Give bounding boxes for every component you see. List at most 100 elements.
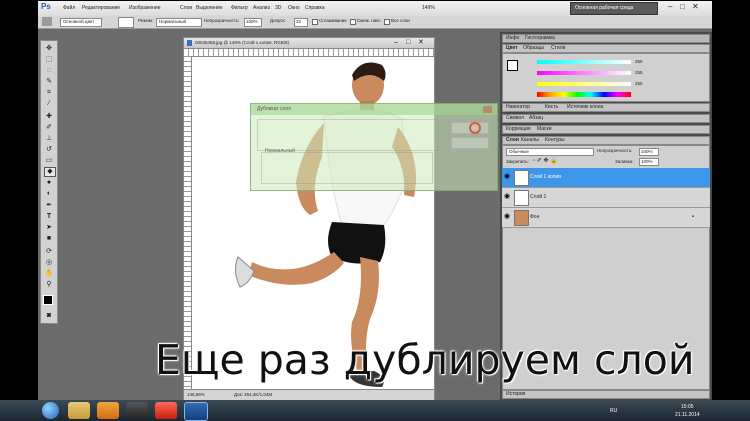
photoshop-taskbar-icon[interactable] <box>184 402 208 421</box>
type-tool-icon[interactable]: T <box>44 213 54 221</box>
tab-paths[interactable]: Контуры <box>545 138 565 143</box>
blend-mode-select[interactable]: Обычные <box>506 148 594 156</box>
start-button-icon[interactable] <box>42 402 59 419</box>
tab-swatches[interactable]: Образцы <box>523 46 544 51</box>
3d-rotate-tool-icon[interactable]: ⟳ <box>44 248 54 256</box>
eye-icon[interactable]: ◉ <box>504 193 511 200</box>
language-indicator[interactable]: RU <box>610 409 617 414</box>
move-tool-icon[interactable]: ✥ <box>44 45 54 53</box>
tab-paragraph[interactable]: Абзац <box>529 116 543 121</box>
layer-row[interactable]: ◉ Фон ▪ <box>502 208 710 228</box>
zoom-level[interactable]: 149% <box>422 6 435 11</box>
red-slider[interactable] <box>537 60 631 64</box>
game-taskbar-icon[interactable] <box>126 402 148 419</box>
clock-time[interactable]: 15:05 <box>681 405 694 410</box>
quick-mask-icon[interactable]: ◙ <box>44 312 54 320</box>
stamp-tool-icon[interactable]: ⊥ <box>44 135 54 143</box>
history-brush-tool-icon[interactable]: ↺ <box>44 146 54 154</box>
doc-minimize-icon[interactable]: – <box>394 39 398 46</box>
tab-color[interactable]: Цвет <box>506 46 518 51</box>
document-size[interactable]: Док: 454,3K/1,04M <box>234 392 272 398</box>
maximize-icon[interactable]: □ <box>680 3 685 11</box>
fill-source-select[interactable]: Основной цвет <box>60 18 102 27</box>
shape-tool-icon[interactable]: ■ <box>44 235 54 243</box>
contiguous-checkbox[interactable] <box>350 19 356 25</box>
explorer-taskbar-icon[interactable] <box>68 402 90 419</box>
tab-masks[interactable]: Маски <box>537 127 551 132</box>
crop-tool-icon[interactable]: ⌗ <box>44 89 54 97</box>
eyedropper-tool-icon[interactable]: ⁄ <box>44 100 54 108</box>
menu-image[interactable]: Изображение <box>129 6 161 11</box>
tolerance-input[interactable]: 32 <box>294 18 308 27</box>
menu-window[interactable]: Окно <box>288 6 300 11</box>
opacity-input[interactable]: 100% <box>244 18 262 27</box>
blue-value[interactable]: 255 <box>635 81 643 87</box>
tab-info[interactable]: Инфо <box>506 36 519 41</box>
document-zoom[interactable]: 148,96% <box>187 392 205 398</box>
dialog-close-icon[interactable] <box>483 106 492 113</box>
blue-slider[interactable] <box>537 82 631 86</box>
zoom-tool-icon[interactable]: ⚲ <box>44 281 54 289</box>
pen-tool-icon[interactable]: ✒ <box>44 202 54 210</box>
tab-histogram[interactable]: Гистограмма <box>525 36 555 41</box>
doc-maximize-icon[interactable]: □ <box>406 39 410 46</box>
blur-tool-icon[interactable]: ● <box>44 179 54 187</box>
lock-icons[interactable]: ▫ ✐ ✥ 🔒 <box>533 158 558 164</box>
tab-brush[interactable]: Кисть <box>545 105 558 110</box>
hand-tool-icon[interactable]: ✋ <box>44 270 54 278</box>
doc-close-icon[interactable]: ✕ <box>418 39 424 46</box>
tab-layers[interactable]: Слои <box>506 138 519 143</box>
tab-adjustments[interactable]: Коррекция <box>506 127 531 132</box>
menu-analysis[interactable]: Анализ <box>253 6 270 11</box>
bucket-tool-icon[interactable] <box>42 17 52 26</box>
path-select-tool-icon[interactable]: ➤ <box>44 224 54 232</box>
tab-channels[interactable]: Каналы <box>521 138 539 143</box>
healing-tool-icon[interactable]: ✚ <box>44 113 54 121</box>
dodge-tool-icon[interactable]: ◐ <box>44 190 54 198</box>
menu-select[interactable]: Выделение <box>196 6 223 11</box>
color-spectrum-bar[interactable] <box>537 92 631 97</box>
marquee-tool-icon[interactable]: ⬚ <box>44 56 54 64</box>
minimize-icon[interactable]: – <box>668 3 672 11</box>
quick-select-tool-icon[interactable]: ✎ <box>44 78 54 86</box>
workspace-button[interactable]: Основная рабочая среда <box>570 2 658 15</box>
menu-help[interactable]: Справка <box>305 6 325 11</box>
menu-filter[interactable]: Фильтр <box>231 6 248 11</box>
antialias-checkbox[interactable] <box>312 19 318 25</box>
document-title-bar[interactable]: 00045458.jpg @ 149% (Слой 1 копия, RGB/8… <box>184 38 434 49</box>
eye-icon[interactable]: ◉ <box>504 173 511 180</box>
layer-row[interactable]: ◉ Слой 1 копия <box>502 168 710 188</box>
eraser-tool-icon[interactable]: ▭ <box>44 157 54 165</box>
fill-input[interactable]: 100% <box>639 158 659 166</box>
menu-file[interactable]: Файл <box>63 6 75 11</box>
lasso-tool-icon[interactable]: ◌ <box>44 67 54 75</box>
3d-orbit-tool-icon[interactable]: ◎ <box>44 259 54 267</box>
close-icon[interactable]: ✕ <box>692 3 699 11</box>
tab-styles[interactable]: Стили <box>551 46 565 51</box>
dialog-cancel-button[interactable] <box>451 137 489 149</box>
yandex-browser-taskbar-icon[interactable] <box>155 402 177 419</box>
red-value[interactable]: 255 <box>635 59 643 65</box>
mode-select[interactable]: Нормальный <box>156 18 202 27</box>
layer-row[interactable]: ◉ Слой 1 <box>502 188 710 208</box>
clock-date[interactable]: 21.11.2014 <box>675 413 700 418</box>
brush-tool-icon[interactable]: ✐ <box>44 124 54 132</box>
foreground-color-swatch[interactable] <box>43 295 53 305</box>
tab-character[interactable]: Символ <box>506 116 524 121</box>
tab-navigator[interactable]: Навигатор <box>506 105 530 110</box>
all-layers-checkbox[interactable] <box>384 19 390 25</box>
menu-layers[interactable]: Слои <box>180 6 192 11</box>
menu-edit[interactable]: Редактирование <box>82 6 120 11</box>
tab-history[interactable]: История <box>506 392 525 397</box>
color-panel-fg-swatch[interactable] <box>507 60 518 71</box>
layer-opacity-input[interactable]: 100% <box>639 148 659 156</box>
dialog-title-bar[interactable]: Дубликат слоя <box>251 104 497 115</box>
menu-3d[interactable]: 3D <box>275 6 281 11</box>
tab-clone-source[interactable]: Источник клона <box>567 105 603 110</box>
pattern-swatch[interactable] <box>118 17 134 28</box>
media-player-taskbar-icon[interactable] <box>97 402 119 419</box>
green-value[interactable]: 255 <box>635 70 643 76</box>
bucket-tool-active-icon[interactable]: ◆ <box>44 167 56 177</box>
eye-icon[interactable]: ◉ <box>504 213 511 220</box>
green-slider[interactable] <box>537 71 631 75</box>
